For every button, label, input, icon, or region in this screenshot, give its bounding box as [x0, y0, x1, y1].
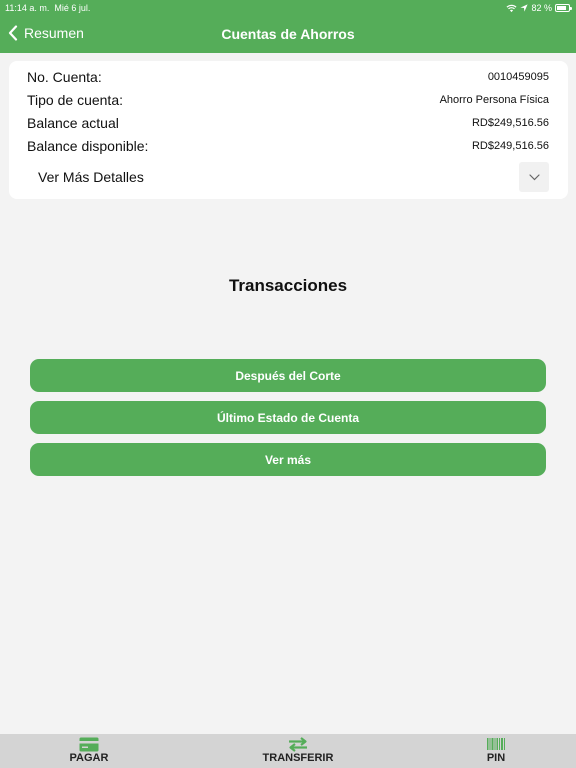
current-balance-row: Balance actual RD$249,516.56 — [27, 115, 549, 131]
status-indicators: 82 % — [506, 3, 572, 13]
transfer-arrows-icon — [289, 736, 307, 752]
more-details-toggle[interactable]: Ver Más Detalles — [38, 169, 144, 185]
current-balance-value: RD$249,516.56 — [471, 117, 549, 129]
battery-percentage: 82 % — [531, 3, 552, 13]
tab-transferir[interactable]: TRANSFERIR — [262, 736, 334, 764]
after-cutoff-button[interactable]: Después del Corte — [30, 359, 546, 392]
barcode-icon — [487, 738, 505, 750]
account-number-value: 0010459095 — [487, 71, 549, 83]
navigation-header: 11:14 a. m. Mié 6 jul. 82 % Resumen Cuen… — [0, 0, 576, 53]
tab-pagar[interactable]: PAGAR — [67, 736, 111, 764]
wifi-icon — [506, 4, 517, 12]
status-time-date: 11:14 a. m. Mié 6 jul. — [5, 3, 90, 13]
available-balance-row: Balance disponible: RD$249,516.56 — [27, 138, 549, 154]
available-balance-label: Balance disponible: — [27, 138, 149, 154]
tab-transferir-label: TRANSFERIR — [262, 752, 334, 764]
account-type-label: Tipo de cuenta: — [27, 92, 123, 108]
tab-pin[interactable]: PIN — [484, 736, 508, 764]
tab-pagar-label: PAGAR — [69, 752, 109, 764]
current-balance-label: Balance actual — [27, 115, 119, 131]
battery-icon — [555, 4, 572, 12]
status-date: Mié 6 jul. — [54, 3, 91, 13]
transactions-title: Transacciones — [228, 276, 348, 295]
account-number-label: No. Cuenta: — [27, 69, 102, 85]
available-balance-value: RD$249,516.56 — [471, 140, 549, 152]
tab-pin-label: PIN — [486, 752, 506, 764]
status-time: 11:14 a. m. — [5, 3, 50, 13]
see-more-button[interactable]: Ver más — [30, 443, 546, 476]
location-arrow-icon — [520, 4, 529, 12]
page-title: Cuentas de Ahorros — [221, 26, 355, 42]
last-statement-button[interactable]: Último Estado de Cuenta — [30, 401, 546, 434]
account-details-card: No. Cuenta: 0010459095 Tipo de cuenta: A… — [9, 61, 568, 199]
account-number-row: No. Cuenta: 0010459095 — [27, 69, 549, 85]
bottom-tab-bar: PAGAR TRANSFERIR PIN — [0, 734, 576, 768]
account-type-value: Ahorro Persona Física — [439, 94, 549, 106]
account-type-row: Tipo de cuenta: Ahorro Persona Física — [27, 92, 549, 108]
chevron-down-icon — [528, 173, 540, 180]
card-icon — [79, 737, 99, 751]
expand-details-button[interactable] — [519, 162, 549, 192]
